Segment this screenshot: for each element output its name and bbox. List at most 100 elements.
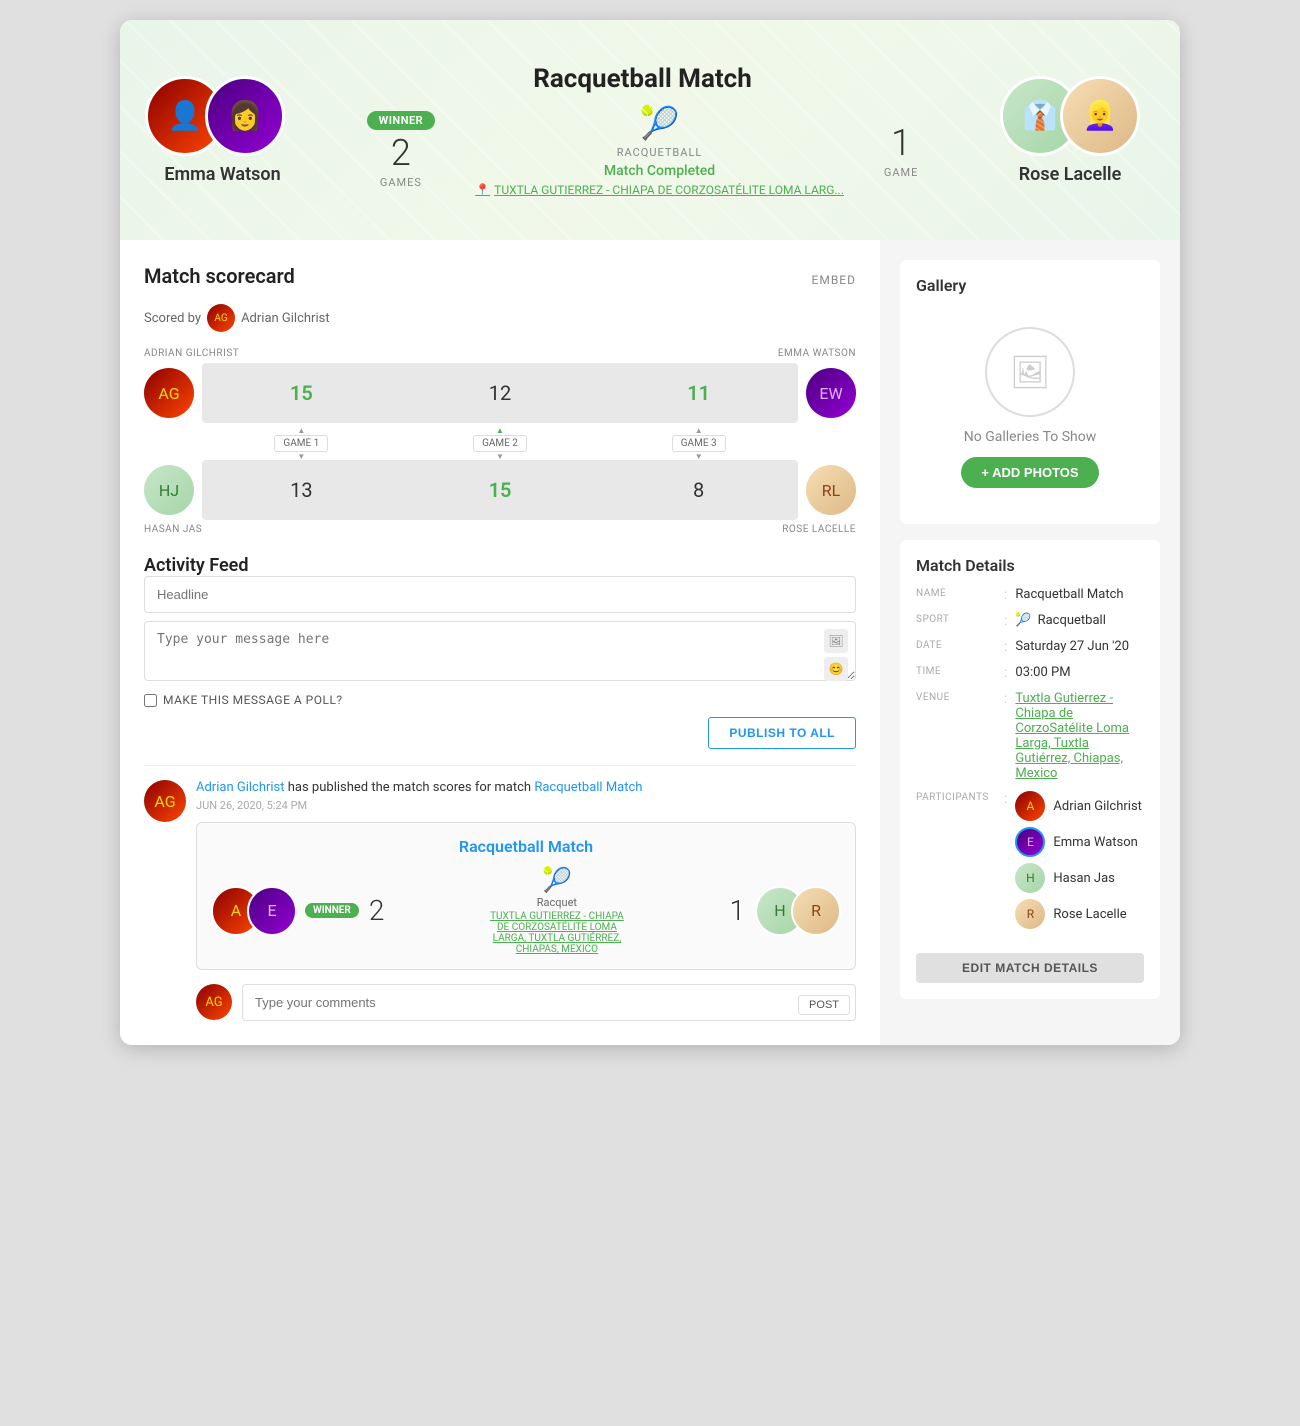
detail-sport-value: 🎾 Racquetball [1015,613,1144,628]
feed-user-link[interactable]: Adrian Gilchrist [196,780,285,795]
comment-input[interactable] [242,984,856,1021]
participant-row-1: E Emma Watson [1015,827,1142,857]
team-left-name: Emma Watson [164,164,280,185]
game-badge-1: GAME 1 [274,435,328,452]
message-input-wrap: 🖼 😊 [144,621,856,685]
player-top-right-avatar: EW [806,368,856,418]
left-panel: Match scorecard EMBED Scored by AG Adria… [120,240,880,1045]
comment-avatar: AG [196,984,232,1020]
image-upload-icon[interactable]: 🖼 [824,629,848,653]
player-bottom-left-label: HASAN JAS [144,524,202,535]
match-header: 👤 👩 Emma Watson Racquetball Match WINNER… [120,20,1180,240]
bottom-score-3: 8 [599,460,798,520]
participant-avatar-0: A [1015,791,1045,821]
player-names-top: ADRIAN GILCHRIST EMMA WATSON [144,348,856,359]
detail-date-label: DATE [916,639,996,651]
headline-input[interactable] [144,576,856,613]
add-photos-btn[interactable]: + ADD PHOTOS [961,457,1098,488]
game-badge-3: GAME 3 [672,435,726,452]
bottom-score-row: HJ 13 15 8 RL [144,460,856,520]
sport-name: RACQUETBALL [617,146,703,159]
publish-row: PUBLISH TO ALL [144,717,856,749]
bottom-score-1: 13 [202,460,401,520]
detail-time-row: TIME : 03:00 PM [916,665,1144,681]
activity-title: Activity Feed [144,555,249,576]
poll-checkbox[interactable] [144,694,157,707]
detail-name-row: NAME : Racquetball Match [916,587,1144,603]
team-left-avatars: 👤 👩 [145,76,285,156]
poll-checkbox-row: MAKE THIS MESSAGE A POLL? [144,693,856,707]
feed-content: Adrian Gilchrist has published the match… [196,780,856,1021]
feed-user-avatar: AG [144,780,186,822]
message-icons: 🖼 😊 [824,629,848,681]
feed-text: Adrian Gilchrist has published the match… [196,780,856,795]
location-icon: 📍 [475,183,490,197]
scorecard-title: Match scorecard [144,264,295,288]
feed-left-score: 2 [369,894,385,927]
participant-row-2: H Hasan Jas [1015,863,1142,893]
feed-action-text: has published the match scores for match [288,780,535,795]
left-score-block: WINNER 2 GAMES [367,111,436,189]
detail-time-label: TIME [916,665,996,677]
detail-name-label: NAME [916,587,996,599]
player-names-bottom: HASAN JAS ROSE LACELLE [144,524,856,535]
gallery-section: Gallery 🖼 No Galleries To Show + ADD PHO… [900,260,1160,524]
detail-date-value: Saturday 27 Jun '20 [1015,639,1144,654]
detail-time-value: 03:00 PM [1015,665,1144,680]
feed-card-center: 🎾 Racquet TUXTLA GUTIERREZ - CHIAPADE CO… [490,866,624,955]
detail-venue-value[interactable]: Tuxtla Gutierrez - Chiapa de CorzoSatéli… [1015,691,1144,781]
feed-right-team: 1 H R [729,886,841,936]
edit-match-details-btn[interactable]: EDIT MATCH DETAILS [916,953,1144,983]
team-right-name: Rose Lacelle [1019,164,1122,185]
detail-date-row: DATE : Saturday 27 Jun '20 [916,639,1144,655]
right-score-block: 1 GAME [884,122,919,179]
detail-sport-label: SPORT [916,613,996,625]
bottom-score-cells: 13 15 8 [202,460,798,520]
game-label-3: GAME 3 [599,431,798,452]
scorer-name: Adrian Gilchrist [241,311,330,326]
participant-row-0: A Adrian Gilchrist [1015,791,1142,821]
venue-link[interactable]: 📍 TUXTLA GUTIERREZ - CHIAPA DE CORZOSATÉ… [475,183,844,197]
match-details-section: Match Details NAME : Racquetball Match S… [900,540,1160,999]
game-badge-2: GAME 2 [473,435,527,452]
no-gallery-text: No Galleries To Show [964,429,1097,445]
player-bottom-right-avatar: RL [806,465,856,515]
left-score: 2 [391,132,411,174]
detail-venue-row: VENUE : Tuxtla Gutierrez - Chiapa de Cor… [916,691,1144,781]
scored-by-row: Scored by AG Adrian Gilchrist [144,304,856,332]
team-right-avatars: 👔 👱‍♀️ [1000,76,1140,156]
scorer-avatar: AG [207,304,235,332]
right-score-label: GAME [884,166,919,179]
top-score-2: 12 [401,363,600,423]
sport-icon-block: 🎾 RACQUETBALL Match Completed 📍 TUXTLA G… [475,104,844,197]
top-score-3: 11 [599,363,798,423]
feed-card-body: A E WINNER 2 🎾 Racquet TUXTLA GUTIERREZ [211,866,841,955]
right-panel: Gallery 🖼 No Galleries To Show + ADD PHO… [880,240,1180,1045]
participant-name-3: Rose Lacelle [1053,907,1126,922]
gallery-title: Gallery [916,276,1144,295]
top-score-row: AG 15 12 11 EW [144,363,856,423]
publish-btn[interactable]: PUBLISH TO ALL [708,717,856,749]
feed-venue-link[interactable]: TUXTLA GUTIERREZ - CHIAPADE CORZOSATÉLIT… [490,911,624,955]
embed-link[interactable]: EMBED [812,273,856,287]
scorecard-section: Match scorecard EMBED Scored by AG Adria… [144,264,856,535]
feed-sport-label: Racquet [537,896,577,909]
scored-by-label: Scored by [144,311,201,326]
scores-row: WINNER 2 GAMES 🎾 RACQUETBALL Match Compl… [367,104,919,197]
feed-match-link[interactable]: Racquetball Match [534,780,642,795]
match-status: Match Completed [604,163,715,179]
message-input[interactable] [144,621,856,681]
feed-item: AG Adrian Gilchrist has published the ma… [144,765,856,1021]
post-btn[interactable]: POST [798,995,850,1015]
detail-participants-row: PARTICIPANTS : A Adrian Gilchrist E Emma… [916,791,1144,935]
scorecard-table: ADRIAN GILCHRIST EMMA WATSON AG 15 12 11… [144,348,856,535]
top-score-1: 15 [202,363,401,423]
bottom-score-2: 15 [401,460,600,520]
feed-avatar-a4: R [791,886,841,936]
game-label-2: GAME 2 [401,431,600,452]
feed-card-title[interactable]: Racquetball Match [211,837,841,856]
player-left-label: ADRIAN GILCHRIST [144,348,239,359]
emoji-icon[interactable]: 😊 [824,657,848,681]
feed-time: JUN 26, 2020, 5:24 PM [196,799,856,812]
team-right: 👔 👱‍♀️ Rose Lacelle [1000,76,1140,185]
